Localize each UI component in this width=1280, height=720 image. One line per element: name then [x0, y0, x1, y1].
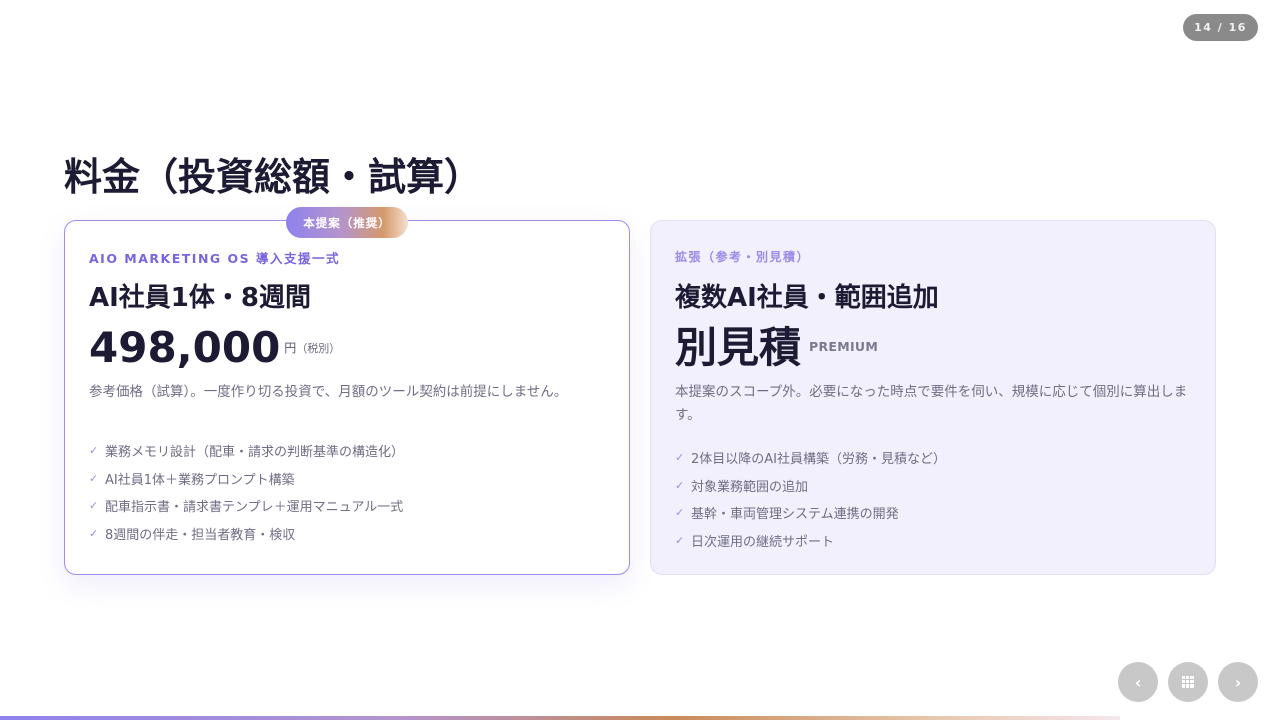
plan-title: 複数AI社員・範囲追加 [675, 283, 939, 313]
feature-text: AI社員1体＋業務プロンプト構築 [105, 472, 295, 488]
plan-card-main: 本提案（推奨） AIO MARKETING OS 導入支援一式 AI社員1体・8… [64, 207, 630, 575]
price-unit: 円（税別） [284, 339, 340, 356]
feature-text: 基幹・車両管理システム連携の開発 [691, 507, 899, 523]
plan-card-extension: 拡張（参考・別見積） 複数AI社員・範囲追加 別見積 PREMIUM 本提案のス… [650, 220, 1216, 575]
feature-text: 業務メモリ設計（配車・請求の判断基準の構造化） [105, 445, 405, 461]
progress-fill [0, 716, 1120, 720]
recommended-badge: 本提案（推奨） [286, 207, 408, 238]
progress-bar [0, 716, 1280, 720]
feature-item: ✓ 基幹・車両管理システム連携の開発 [675, 499, 1191, 527]
check-icon: ✓ [89, 499, 99, 513]
price-value: 別見積 [675, 323, 802, 372]
feature-text: 2体目以降のAI社員構築（労務・見積など） [691, 452, 946, 468]
slide: 14 / 16 料金（投資総額・試算） 本提案（推奨） AIO MARKETIN… [0, 0, 1280, 720]
feature-list: ✓ 業務メモリ設計（配車・請求の判断基準の構造化） ✓ AI社員1体＋業務プロンプト… [89, 437, 605, 547]
prev-slide-button[interactable]: ‹ [1118, 662, 1158, 702]
feature-item: ✓ 2体目以降のAI社員構築（労務・見積など） [675, 444, 1191, 472]
feature-item: ✓ 業務メモリ設計（配車・請求の判断基準の構造化） [89, 437, 605, 465]
slide-overview-button[interactable] [1168, 662, 1208, 702]
feature-item: ✓ 対象業務範囲の追加 [675, 472, 1191, 500]
chevron-right-icon: › [1234, 672, 1242, 692]
check-icon: ✓ [89, 471, 99, 485]
feature-text: 配車指示書・請求書テンプレ＋運用マニュアル一式 [105, 500, 404, 516]
premium-tag: PREMIUM [809, 339, 879, 354]
grid-icon [1182, 676, 1194, 688]
feature-item: ✓ 8週間の伴走・担当者教育・検収 [89, 520, 605, 548]
feature-item: ✓ AI社員1体＋業務プロンプト構築 [89, 465, 605, 493]
page-counter: 14 / 16 [1183, 14, 1258, 41]
feature-text: 日次運用の継続サポート [691, 535, 835, 551]
plan-eyebrow: 拡張（参考・別見積） [675, 250, 811, 264]
chevron-left-icon: ‹ [1134, 672, 1142, 692]
plan-eyebrow: AIO MARKETING OS 導入支援一式 [89, 251, 340, 266]
feature-text: 対象業務範囲の追加 [691, 479, 809, 495]
check-icon: ✓ [675, 478, 685, 492]
check-icon: ✓ [89, 527, 99, 541]
price-currency: 円 [284, 341, 297, 355]
plan-description: 本提案のスコープ外。必要になった時点で要件を伺い、規模に応じて個別に算出します。 [675, 384, 1188, 423]
feature-text: 8週間の伴走・担当者教育・検収 [105, 528, 296, 544]
price-tax-note: （税別） [296, 342, 341, 355]
price-row: 498,000 円（税別） [89, 323, 340, 372]
plan-title: AI社員1体・8週間 [89, 283, 311, 313]
check-icon: ✓ [675, 451, 685, 465]
check-icon: ✓ [89, 444, 99, 458]
price-value: 498,000 [89, 323, 281, 372]
plan-description: 参考価格（試算）。一度作り切る投資で、月額のツール契約は前提にしません。 [89, 384, 568, 400]
page-title: 料金（投資総額・試算） [64, 155, 483, 199]
feature-item: ✓ 日次運用の継続サポート [675, 527, 1191, 555]
next-slide-button[interactable]: › [1218, 662, 1258, 702]
feature-item: ✓ 配車指示書・請求書テンプレ＋運用マニュアル一式 [89, 492, 605, 520]
check-icon: ✓ [675, 534, 685, 548]
price-row: 別見積 PREMIUM [675, 323, 879, 372]
check-icon: ✓ [675, 506, 685, 520]
feature-list: ✓ 2体目以降のAI社員構築（労務・見積など） ✓ 対象業務範囲の追加 ✓ 基幹・車両… [675, 444, 1191, 554]
